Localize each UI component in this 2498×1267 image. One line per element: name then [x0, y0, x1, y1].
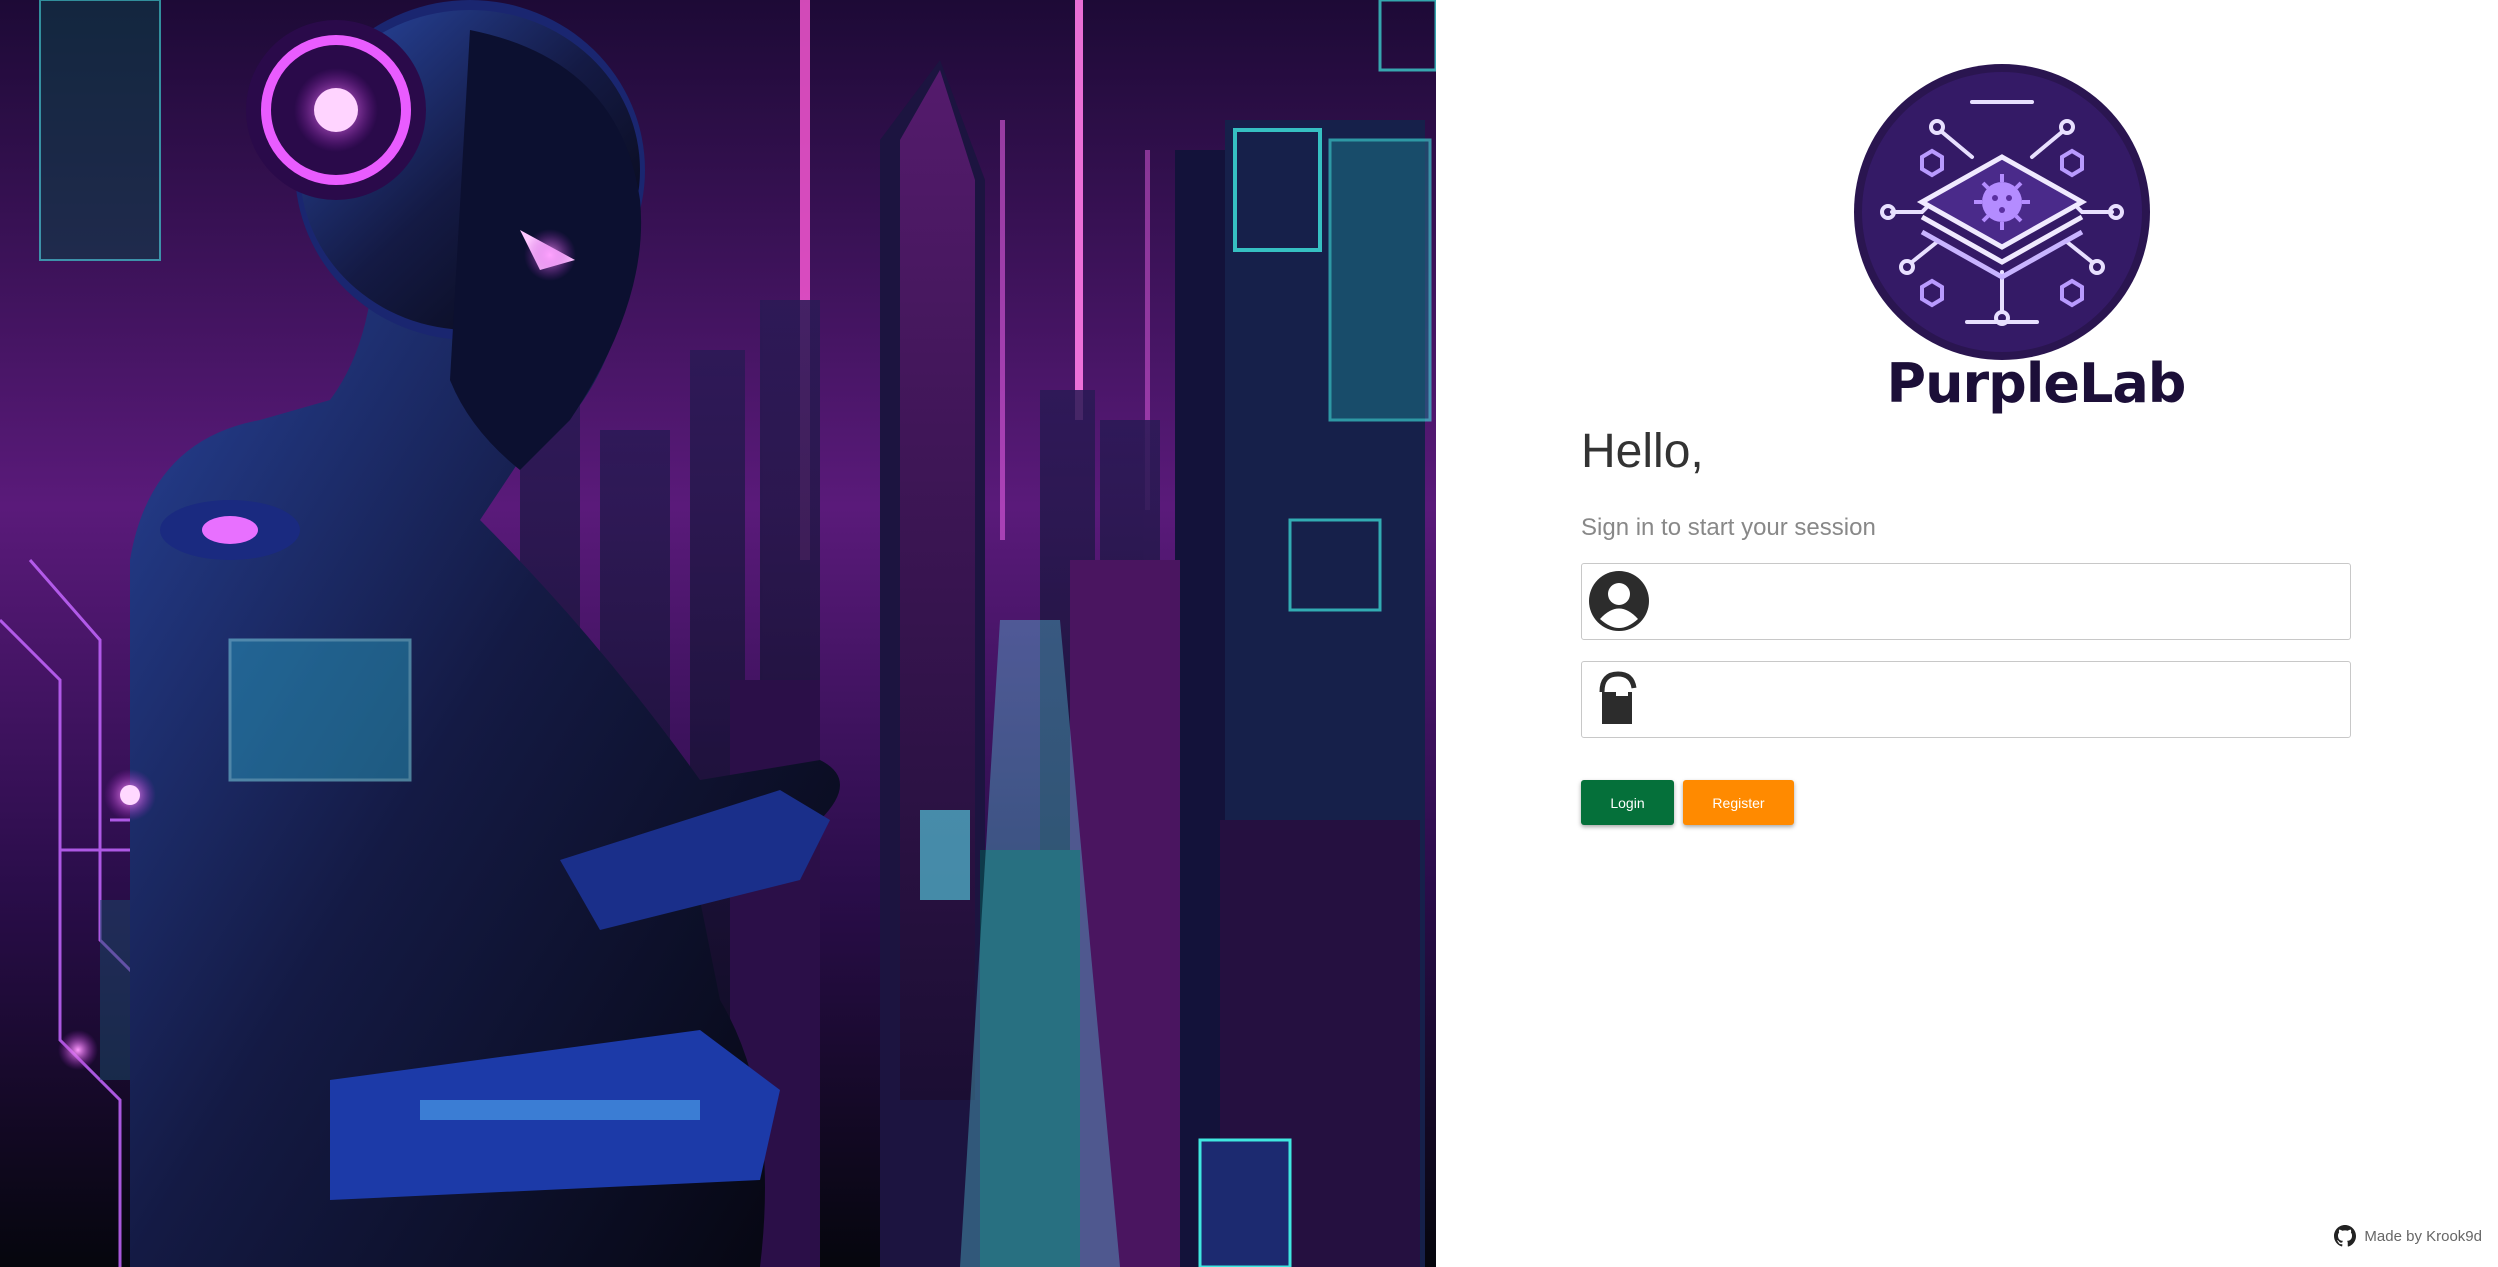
username-input[interactable]: [1660, 564, 2344, 641]
greeting-heading: Hello,: [1581, 425, 1704, 478]
footer-text: Made by Krook9d: [2364, 1227, 2482, 1245]
password-input[interactable]: [1660, 662, 2344, 739]
github-icon: [2334, 1225, 2357, 1247]
user-icon: [1589, 571, 1649, 631]
hero-image: [0, 0, 1436, 1267]
signin-subtitle: Sign in to start your session: [1581, 514, 1876, 541]
password-field[interactable]: [1581, 661, 2351, 739]
footer-credit[interactable]: Made by Krook9d: [2334, 1225, 2482, 1247]
username-field[interactable]: [1581, 563, 2351, 641]
register-button[interactable]: Register: [1683, 780, 1794, 825]
brand-name: PurpleLab: [1886, 352, 2187, 415]
purplelab-logo-icon: [1854, 64, 2150, 360]
login-button[interactable]: Login: [1581, 780, 1674, 825]
login-panel: PurpleLab Hello, Sign in to start your s…: [1436, 0, 2498, 1267]
hero-illustration: [0, 0, 1436, 1267]
lock-icon: [1599, 671, 1637, 724]
